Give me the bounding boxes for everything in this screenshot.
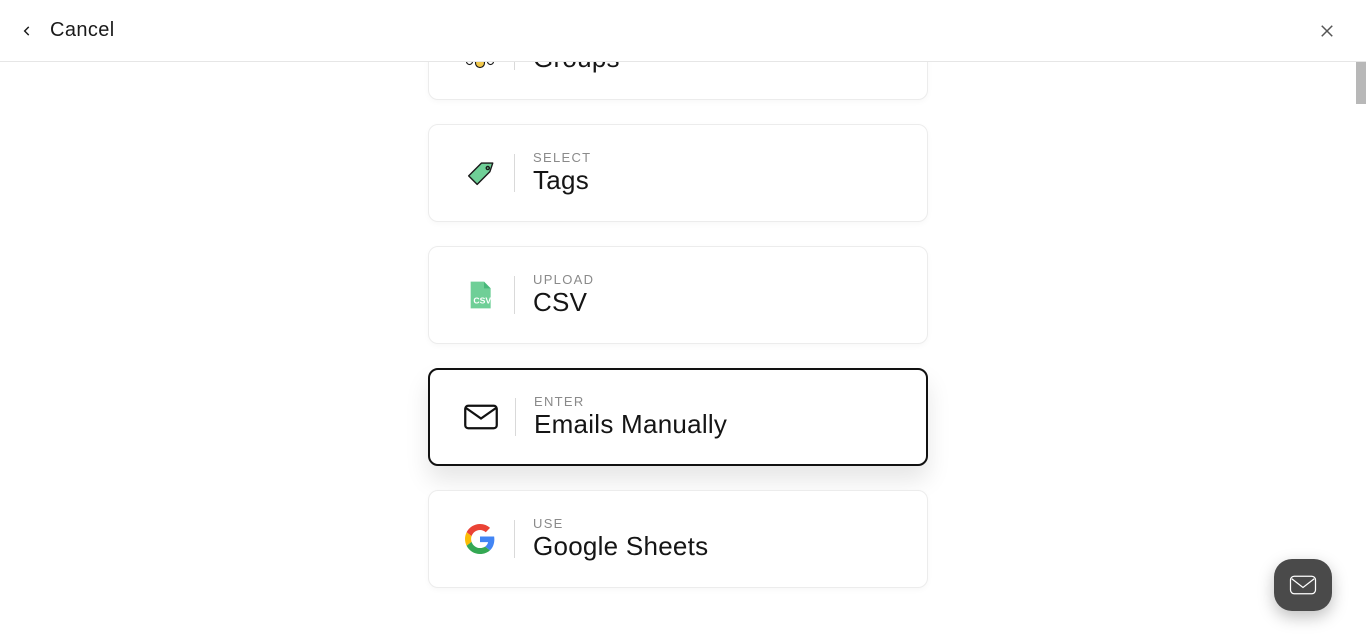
options-scroll[interactable]: SELECT Groups SELECT Tags	[0, 62, 1356, 641]
tag-icon	[462, 155, 498, 191]
divider	[515, 398, 516, 436]
option-title: Groups	[533, 62, 620, 74]
option-eyebrow: USE	[533, 516, 708, 531]
option-card-csv[interactable]: CSV UPLOAD CSV	[428, 246, 928, 344]
option-eyebrow: ENTER	[534, 394, 727, 409]
option-eyebrow: UPLOAD	[533, 272, 594, 287]
option-card-groups[interactable]: SELECT Groups	[428, 62, 928, 100]
option-card-google-sheets[interactable]: USE Google Sheets	[428, 490, 928, 588]
divider	[514, 276, 515, 314]
csv-file-icon: CSV	[462, 277, 498, 313]
cancel-button[interactable]: Cancel	[18, 19, 115, 42]
close-button[interactable]	[1316, 20, 1338, 42]
scrollbar-thumb[interactable]	[1356, 62, 1366, 104]
envelope-icon	[463, 399, 499, 435]
chevron-left-icon	[18, 22, 36, 40]
envelope-icon	[1288, 570, 1318, 600]
option-title: CSV	[533, 287, 594, 318]
options-list: SELECT Groups SELECT Tags	[428, 62, 928, 588]
cancel-label: Cancel	[50, 19, 115, 42]
option-eyebrow: SELECT	[533, 150, 591, 165]
svg-text:CSV: CSV	[473, 296, 491, 306]
close-icon	[1318, 22, 1336, 40]
divider	[514, 154, 515, 192]
option-title: Google Sheets	[533, 531, 708, 562]
option-card-emails-manually[interactable]: ENTER Emails Manually	[428, 368, 928, 466]
divider	[514, 520, 515, 558]
divider	[514, 62, 515, 70]
groups-network-icon	[462, 62, 498, 69]
support-chat-button[interactable]	[1274, 559, 1332, 611]
option-title: Tags	[533, 165, 591, 196]
option-title: Emails Manually	[534, 409, 727, 440]
option-card-tags[interactable]: SELECT Tags	[428, 124, 928, 222]
google-logo-icon	[462, 521, 498, 557]
top-bar: Cancel	[0, 0, 1366, 62]
